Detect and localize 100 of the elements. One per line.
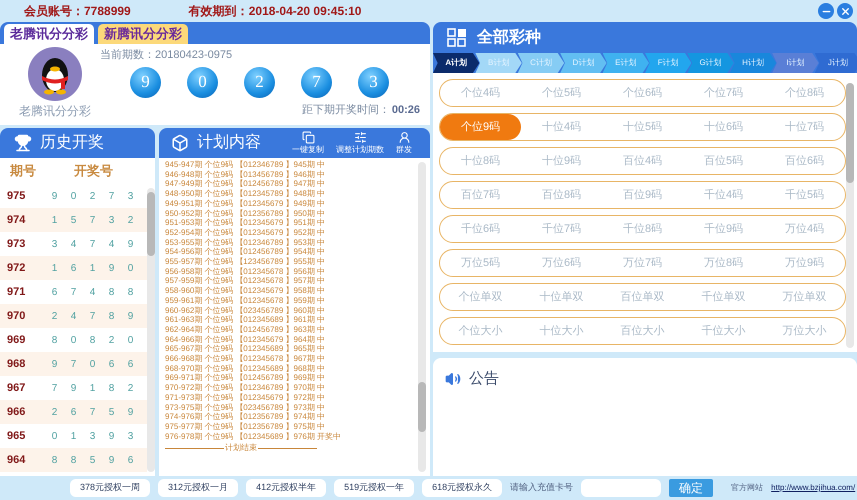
option-button[interactable]: 万位5码 [440, 250, 521, 276]
speaker-icon [445, 371, 461, 388]
option-button[interactable]: 十位6码 [683, 114, 764, 140]
option-button[interactable]: 十位单双 [521, 284, 602, 310]
trophy-icon [14, 134, 32, 152]
scrollbar[interactable] [846, 83, 854, 348]
site-label: 官方网站 [731, 482, 764, 494]
option-button[interactable]: 个位4码 [440, 80, 521, 106]
option-button[interactable]: 万位6码 [521, 250, 602, 276]
number-cell-text: 0 [88, 358, 96, 372]
plan-tab[interactable]: A计划 [433, 53, 480, 73]
option-button[interactable]: 千位5码 [764, 182, 845, 208]
option-button[interactable]: 百位8码 [521, 182, 602, 208]
option-button[interactable]: 百位9码 [602, 182, 683, 208]
number-cell-text: 0 [70, 190, 78, 204]
number-cell-text: 1 [70, 430, 78, 444]
option-button[interactable]: 千位8码 [602, 216, 683, 242]
number-cell-text: 0 [50, 430, 58, 444]
toolbar-button[interactable]: 调整计划期数 [336, 130, 384, 156]
minimize-button[interactable] [818, 3, 834, 19]
option-button[interactable]: 百位5码 [683, 148, 764, 174]
site-link[interactable]: http://www.bzjihua.com/ [771, 482, 856, 494]
plan-tab[interactable]: J计划 [814, 53, 857, 73]
close-button[interactable] [837, 3, 853, 19]
plan-price-button[interactable]: 618元授权永久 [422, 479, 502, 497]
option-button[interactable]: 百位4码 [602, 148, 683, 174]
option-button[interactable]: 百位大小 [602, 318, 683, 344]
toolbar-button[interactable]: 群发 [396, 130, 412, 156]
game-tab[interactable]: 新腾讯分分彩 [98, 24, 188, 44]
option-button[interactable]: 千位大小 [683, 318, 764, 344]
plan-price-button[interactable]: 312元授权一月 [158, 479, 238, 497]
option-button[interactable]: 十位8码 [440, 148, 521, 174]
scrollbar[interactable] [418, 162, 426, 472]
option-button[interactable]: 十位4码 [521, 114, 602, 140]
plan-tab[interactable]: B计划 [475, 53, 522, 73]
option-button[interactable]: 千位4码 [683, 182, 764, 208]
option-button[interactable]: 千位单双 [683, 284, 764, 310]
plan-line: 958-960期 个位9码 【012345679 】958期 中 [165, 286, 326, 296]
number-cell-text: 0 [126, 262, 134, 276]
option-button[interactable]: 十位7码 [764, 114, 845, 140]
plan-tab[interactable]: I计划 [772, 53, 819, 73]
period-cell-text: 965 [7, 428, 26, 444]
plan-tab[interactable]: D计划 [560, 53, 607, 73]
option-button[interactable]: 千位6码 [440, 216, 521, 242]
plan-price-button[interactable]: 378元授权一周 [70, 479, 150, 497]
option-button[interactable]: 百位单双 [602, 284, 683, 310]
number-cell-text: 3 [108, 214, 116, 228]
plan-tab[interactable]: H计划 [730, 53, 776, 73]
option-button[interactable]: 个位7码 [683, 80, 764, 106]
plan-line: 975-977期 个位9码 【012356789 】975期 中 [165, 422, 326, 432]
option-button[interactable]: 个位5码 [521, 80, 602, 106]
scrollbar[interactable] [147, 188, 155, 472]
option-button[interactable]: 万位大小 [764, 318, 845, 344]
confirm-button[interactable]: 确定 [669, 479, 714, 497]
option-button[interactable]: 个位6码 [602, 80, 683, 106]
plan-tab[interactable]: F计划 [645, 53, 692, 73]
plan-line: 957-959期 个位9码 【012345678 】957期 中 [165, 276, 326, 286]
history-title: 历史开奖 [40, 132, 104, 153]
option-button[interactable]: 千位7码 [521, 216, 602, 242]
number-cell-text: 1 [88, 382, 96, 396]
plan-line: 945-947期 个位9码 【012346789 】945期 中 [165, 160, 326, 170]
period-cell-text: 973 [7, 236, 26, 252]
number-cell-text: 8 [70, 454, 78, 468]
option-button[interactable]: 百位7码 [440, 182, 521, 208]
option-button[interactable]: 千位9码 [683, 216, 764, 242]
card-label: 请输入充值卡号 [510, 481, 574, 494]
card-input-field[interactable] [581, 479, 662, 497]
option-button[interactable]: 十位9码 [521, 148, 602, 174]
option-button[interactable]: 万位4码 [764, 216, 845, 242]
option-button[interactable]: 个位大小 [440, 318, 521, 344]
number-cell-text: 1 [50, 262, 58, 276]
number-cell-text: 7 [108, 190, 116, 204]
option-button[interactable]: 万位8码 [683, 250, 764, 276]
number-cell-text: 9 [126, 310, 134, 324]
number-cell-text: 9 [108, 454, 116, 468]
option-button[interactable]: 个位单双 [440, 284, 521, 310]
plan-tab[interactable]: G计划 [687, 53, 734, 73]
number-cell-text: 7 [70, 286, 78, 300]
number-cell-text: 6 [70, 406, 78, 420]
plan-tab[interactable]: C计划 [518, 53, 564, 73]
option-button[interactable]: 万位单双 [764, 284, 845, 310]
column-header: 开奖号 [74, 162, 113, 180]
plan-line: 966-968期 个位9码 【012345678 】967期 中 [165, 354, 326, 364]
plan-tab[interactable]: E计划 [602, 53, 650, 73]
option-button[interactable]: 万位7码 [602, 250, 683, 276]
game-tab[interactable]: 老腾讯分分彩 [4, 24, 94, 44]
plan-line: 952-954期 个位9码 【012345679 】952期 中 [165, 228, 326, 238]
number-cell-text: 4 [70, 310, 78, 324]
toolbar-button[interactable]: 一键复制 [292, 130, 324, 156]
number-cell-text: 3 [88, 430, 96, 444]
option-button[interactable]: 个位8码 [764, 80, 845, 106]
number-cell-text: 8 [126, 286, 134, 300]
option-button[interactable]: 十位5码 [602, 114, 683, 140]
option-button[interactable]: 万位9码 [764, 250, 845, 276]
option-button[interactable]: 个位9码 [440, 114, 521, 140]
number-cell-text: 1 [88, 262, 96, 276]
option-button[interactable]: 十位大小 [521, 318, 602, 344]
plan-price-button[interactable]: 519元授权一年 [334, 479, 414, 497]
plan-price-button[interactable]: 412元授权半年 [246, 479, 326, 497]
option-button[interactable]: 百位6码 [764, 148, 845, 174]
